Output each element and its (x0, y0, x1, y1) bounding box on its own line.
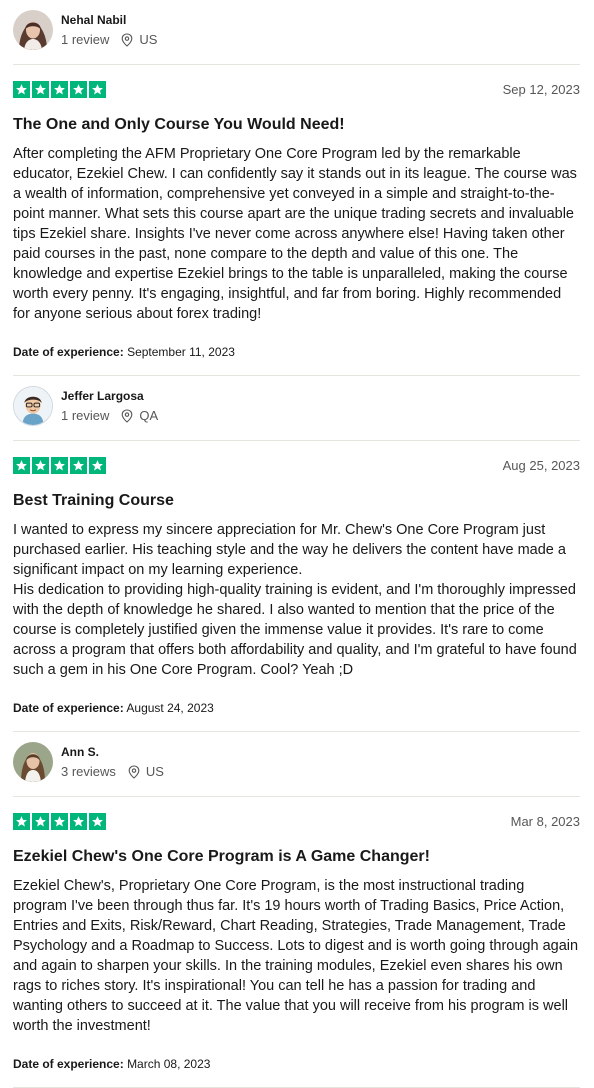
divider (13, 796, 580, 797)
review-count: 1 review (61, 408, 110, 423)
review-paragraph: I wanted to express my sincere appreciat… (13, 522, 566, 578)
review-body: After completing the AFM Proprietary One… (13, 144, 580, 324)
location-pin-icon (122, 33, 133, 47)
divider (13, 440, 580, 441)
star-icon (51, 812, 68, 830)
star-icon (32, 456, 49, 474)
avatar[interactable] (13, 742, 53, 782)
review-paragraph: His dedication to providing high-quality… (13, 582, 577, 678)
experience-label: Date of experience: (13, 345, 124, 359)
star-icon (70, 812, 87, 830)
star-icon (51, 80, 68, 98)
star-icon (89, 80, 106, 98)
avatar[interactable] (13, 10, 53, 50)
date-of-experience: Date of experience: August 24, 2023 (13, 700, 580, 716)
location-pin-icon (128, 765, 140, 779)
star-icon (32, 80, 49, 98)
review-count: 1 review (61, 32, 110, 47)
review-card: Ann S. 3 reviews US (0, 732, 594, 786)
star-icon (70, 80, 87, 98)
experience-label: Date of experience: (13, 701, 124, 715)
reviewer-country: QA (139, 408, 159, 423)
star-icon (13, 80, 30, 98)
review-content: Sep 12, 2023 The One and Only Course You… (0, 80, 594, 360)
experience-date: September 11, 2023 (127, 345, 235, 359)
review-date: Aug 25, 2023 (502, 457, 580, 473)
review-feed: Nehal Nabil 1 review US Sep 12, 2023 The… (0, 0, 594, 1088)
star-icon (89, 812, 106, 830)
reviewer-name[interactable]: Ann S. (61, 744, 164, 760)
review-date: Mar 8, 2023 (510, 813, 580, 829)
star-rating (13, 456, 106, 474)
reviewer-name[interactable]: Nehal Nabil (61, 12, 157, 28)
star-rating (13, 80, 106, 98)
review-body: Ezekiel Chew's, Proprietary One Core Pro… (13, 876, 580, 1036)
review-card: Jeffer Largosa 1 review QA (0, 376, 594, 430)
experience-date: March 08, 2023 (127, 1057, 211, 1071)
reviewer-name[interactable]: Jeffer Largosa (61, 388, 158, 404)
review-body: I wanted to express my sincere appreciat… (13, 520, 580, 680)
reviewer-header[interactable]: Nehal Nabil 1 review US (13, 0, 580, 54)
star-icon (89, 456, 106, 474)
location-pin-icon (122, 409, 133, 423)
star-icon (13, 812, 30, 830)
review-title[interactable]: Ezekiel Chew's One Core Program is A Gam… (13, 847, 580, 867)
star-icon (32, 812, 49, 830)
review-title[interactable]: Best Training Course (13, 491, 580, 511)
review-date: Sep 12, 2023 (502, 81, 580, 97)
review-count: 3 reviews (61, 764, 116, 779)
star-icon (51, 456, 68, 474)
star-rating (13, 812, 106, 830)
review-content: Mar 8, 2023 Ezekiel Chew's One Core Prog… (0, 812, 594, 1072)
star-icon (13, 456, 30, 474)
avatar[interactable] (13, 386, 53, 426)
review-card: Nehal Nabil 1 review US (0, 0, 594, 54)
review-paragraph: Ezekiel Chew's, Proprietary One Core Pro… (13, 878, 579, 1034)
review-content: Aug 25, 2023 Best Training Course I want… (0, 456, 594, 716)
reviewer-country: US (139, 32, 158, 47)
experience-label: Date of experience: (13, 1057, 124, 1071)
star-icon (70, 456, 87, 474)
reviewer-header[interactable]: Ann S. 3 reviews US (13, 732, 580, 786)
reviewer-country: US (145, 764, 164, 779)
reviewer-header[interactable]: Jeffer Largosa 1 review QA (13, 376, 580, 430)
review-paragraph: After completing the AFM Proprietary One… (13, 146, 577, 322)
review-title[interactable]: The One and Only Course You Would Need! (13, 115, 580, 135)
date-of-experience: Date of experience: September 11, 2023 (13, 344, 580, 360)
date-of-experience: Date of experience: March 08, 2023 (13, 1056, 580, 1072)
divider (13, 64, 580, 65)
experience-date: August 24, 2023 (126, 701, 214, 715)
